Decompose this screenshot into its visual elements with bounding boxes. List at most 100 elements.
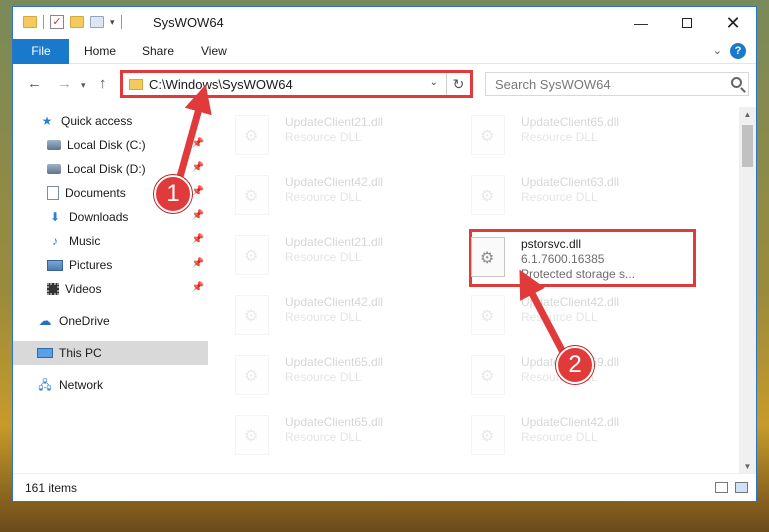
scrollbar-thumb[interactable]	[742, 125, 753, 167]
new-folder-icon[interactable]	[70, 16, 84, 28]
pin-icon[interactable]: 📌	[192, 210, 204, 221]
file-version: 6.1.7600.16385	[521, 252, 605, 266]
file-name: UpdateClient42.dll	[285, 175, 384, 189]
dll-file-icon	[471, 355, 505, 395]
disk-icon	[47, 164, 61, 174]
dll-file-icon	[235, 415, 269, 455]
tab-file[interactable]: File	[13, 39, 69, 64]
file-name: UpdateClient42.dll	[285, 295, 384, 309]
pin-icon[interactable]: 📌	[192, 234, 204, 245]
dll-file-icon	[235, 235, 269, 275]
help-icon[interactable]: ?	[730, 43, 746, 59]
annotation-badge-2: 2	[556, 346, 594, 384]
up-arrow-icon[interactable]: ↑	[99, 75, 107, 92]
search-input[interactable]: Search SysWOW64	[485, 72, 749, 96]
file-explorer-window: ✓ ▾ SysWOW64 — ✕ File Home Share View ⌄ …	[12, 6, 757, 502]
file-list: UpdateClient21.dll Resource DLL UpdateCl…	[209, 107, 723, 475]
pin-icon[interactable]: 📌	[192, 138, 204, 149]
search-placeholder: Search SysWOW64	[495, 77, 611, 92]
folder-icon	[129, 79, 143, 90]
file-name: UpdateClient63.dll	[521, 175, 620, 189]
tab-view[interactable]: View	[201, 39, 227, 64]
sidebar-item-pictures[interactable]: Pictures 📌	[13, 253, 208, 277]
minimize-button[interactable]: —	[618, 7, 664, 39]
large-icons-view-icon[interactable]	[735, 482, 748, 493]
file-item[interactable]: UpdateClient65.dll Resource DLL	[447, 109, 662, 161]
documents-icon	[47, 186, 59, 200]
close-button[interactable]: ✕	[710, 7, 756, 39]
recent-locations-icon[interactable]: ▾	[81, 80, 86, 91]
file-item[interactable]: UpdateClient63.dll Resource DLL	[447, 169, 662, 221]
pin-icon[interactable]: 📌	[192, 282, 204, 293]
maximize-button[interactable]	[664, 7, 710, 39]
videos-icon	[47, 283, 59, 295]
maximize-icon	[682, 18, 692, 28]
properties-icon[interactable]: ✓	[50, 15, 64, 29]
dll-file-icon	[471, 175, 505, 215]
disk-icon	[47, 140, 61, 150]
file-type: Resource DLL	[521, 310, 598, 324]
quick-access-toolbar: ✓ ▾	[23, 15, 122, 29]
file-item[interactable]: UpdateClient21.dll Resource DLL	[211, 109, 426, 161]
sidebar-item-label: Local Disk (C:)	[67, 138, 146, 152]
sidebar-item-label: Pictures	[69, 258, 113, 272]
dll-file-icon	[471, 115, 505, 155]
sidebar-item-label: Documents	[65, 186, 126, 200]
sidebar-item-onedrive[interactable]: ☁ OneDrive	[13, 309, 208, 333]
file-item-pstorsvc[interactable]: pstorsvc.dll 6.1.7600.16385 Protected st…	[447, 231, 662, 283]
file-description: Protected storage s...	[521, 267, 636, 281]
forward-arrow-icon[interactable]: →	[57, 75, 72, 92]
network-icon: 🖧	[38, 378, 52, 392]
sidebar-item-quick-access[interactable]: ★ Quick access	[13, 109, 208, 133]
sidebar-item-label: Network	[59, 378, 104, 392]
file-name: UpdateClient42.dll	[521, 295, 620, 309]
back-arrow-icon[interactable]: ←	[27, 75, 42, 92]
divider	[120, 15, 122, 29]
refresh-icon[interactable]: ↻	[446, 73, 470, 95]
details-view-icon[interactable]	[715, 482, 728, 493]
address-bar[interactable]: C:\Windows\SysWOW64 ⌄ ↻	[120, 70, 473, 98]
file-item[interactable]: UpdateClient69.dll Resource DLL	[447, 349, 662, 401]
dll-file-icon	[471, 295, 505, 335]
file-item[interactable]: UpdateClient42.dll Resource DLL	[447, 409, 662, 461]
file-item[interactable]: UpdateClient65.dll Resource DLL	[211, 349, 426, 401]
file-type: Resource DLL	[285, 370, 362, 384]
file-item[interactable]: UpdateClient42.dll Resource DLL	[211, 289, 426, 341]
file-item[interactable]: UpdateClient21.dll Resource DLL	[211, 229, 426, 281]
file-item[interactable]: UpdateClient65.dll Resource DLL	[211, 409, 426, 461]
file-name: UpdateClient65.dll	[285, 415, 384, 429]
sidebar-item-label: Quick access	[61, 114, 133, 128]
chevron-down-icon[interactable]: ⌄	[430, 77, 438, 88]
chevron-down-icon[interactable]: ▾	[110, 17, 115, 28]
file-item[interactable]: UpdateClient42.dll Resource DLL	[447, 289, 662, 341]
pin-icon[interactable]: 📌	[192, 258, 204, 269]
customize-toolbar-icon[interactable]	[90, 16, 104, 28]
sidebar-item-label: Music	[69, 234, 101, 248]
downloads-icon: ⬇	[49, 210, 61, 224]
pictures-icon	[47, 259, 63, 271]
file-type: Resource DLL	[285, 130, 362, 144]
sidebar-item-network[interactable]: 🖧 Network	[13, 373, 208, 397]
sidebar-item-videos[interactable]: Videos 📌	[13, 277, 208, 301]
file-type: Resource DLL	[285, 430, 362, 444]
file-type: Resource DLL	[285, 250, 362, 264]
tab-share[interactable]: Share	[142, 39, 174, 64]
sidebar-item-local-disk-c[interactable]: Local Disk (C:) 📌	[13, 133, 208, 157]
search-icon[interactable]	[731, 77, 742, 88]
address-path[interactable]: C:\Windows\SysWOW64	[149, 77, 293, 92]
star-icon: ★	[41, 114, 53, 128]
pin-icon[interactable]: 📌	[192, 186, 204, 197]
vertical-scrollbar[interactable]: ▲ ▼	[739, 107, 756, 475]
expand-ribbon-icon[interactable]: ⌄	[713, 44, 722, 57]
sidebar-item-music[interactable]: ♪ Music 📌	[13, 229, 208, 253]
folder-icon[interactable]	[23, 16, 37, 28]
navigation-pane: ★ Quick access Local Disk (C:) 📌 Local D…	[13, 107, 208, 475]
tab-home[interactable]: Home	[84, 39, 116, 64]
sidebar-item-this-pc[interactable]: This PC	[13, 341, 208, 365]
dll-file-icon	[471, 415, 505, 455]
sidebar-item-label: Downloads	[69, 210, 129, 224]
pin-icon[interactable]: 📌	[192, 162, 204, 173]
scroll-up-icon[interactable]: ▲	[739, 107, 756, 123]
file-item[interactable]: UpdateClient42.dll Resource DLL	[211, 169, 426, 221]
file-name: UpdateClient42.dll	[521, 415, 620, 429]
